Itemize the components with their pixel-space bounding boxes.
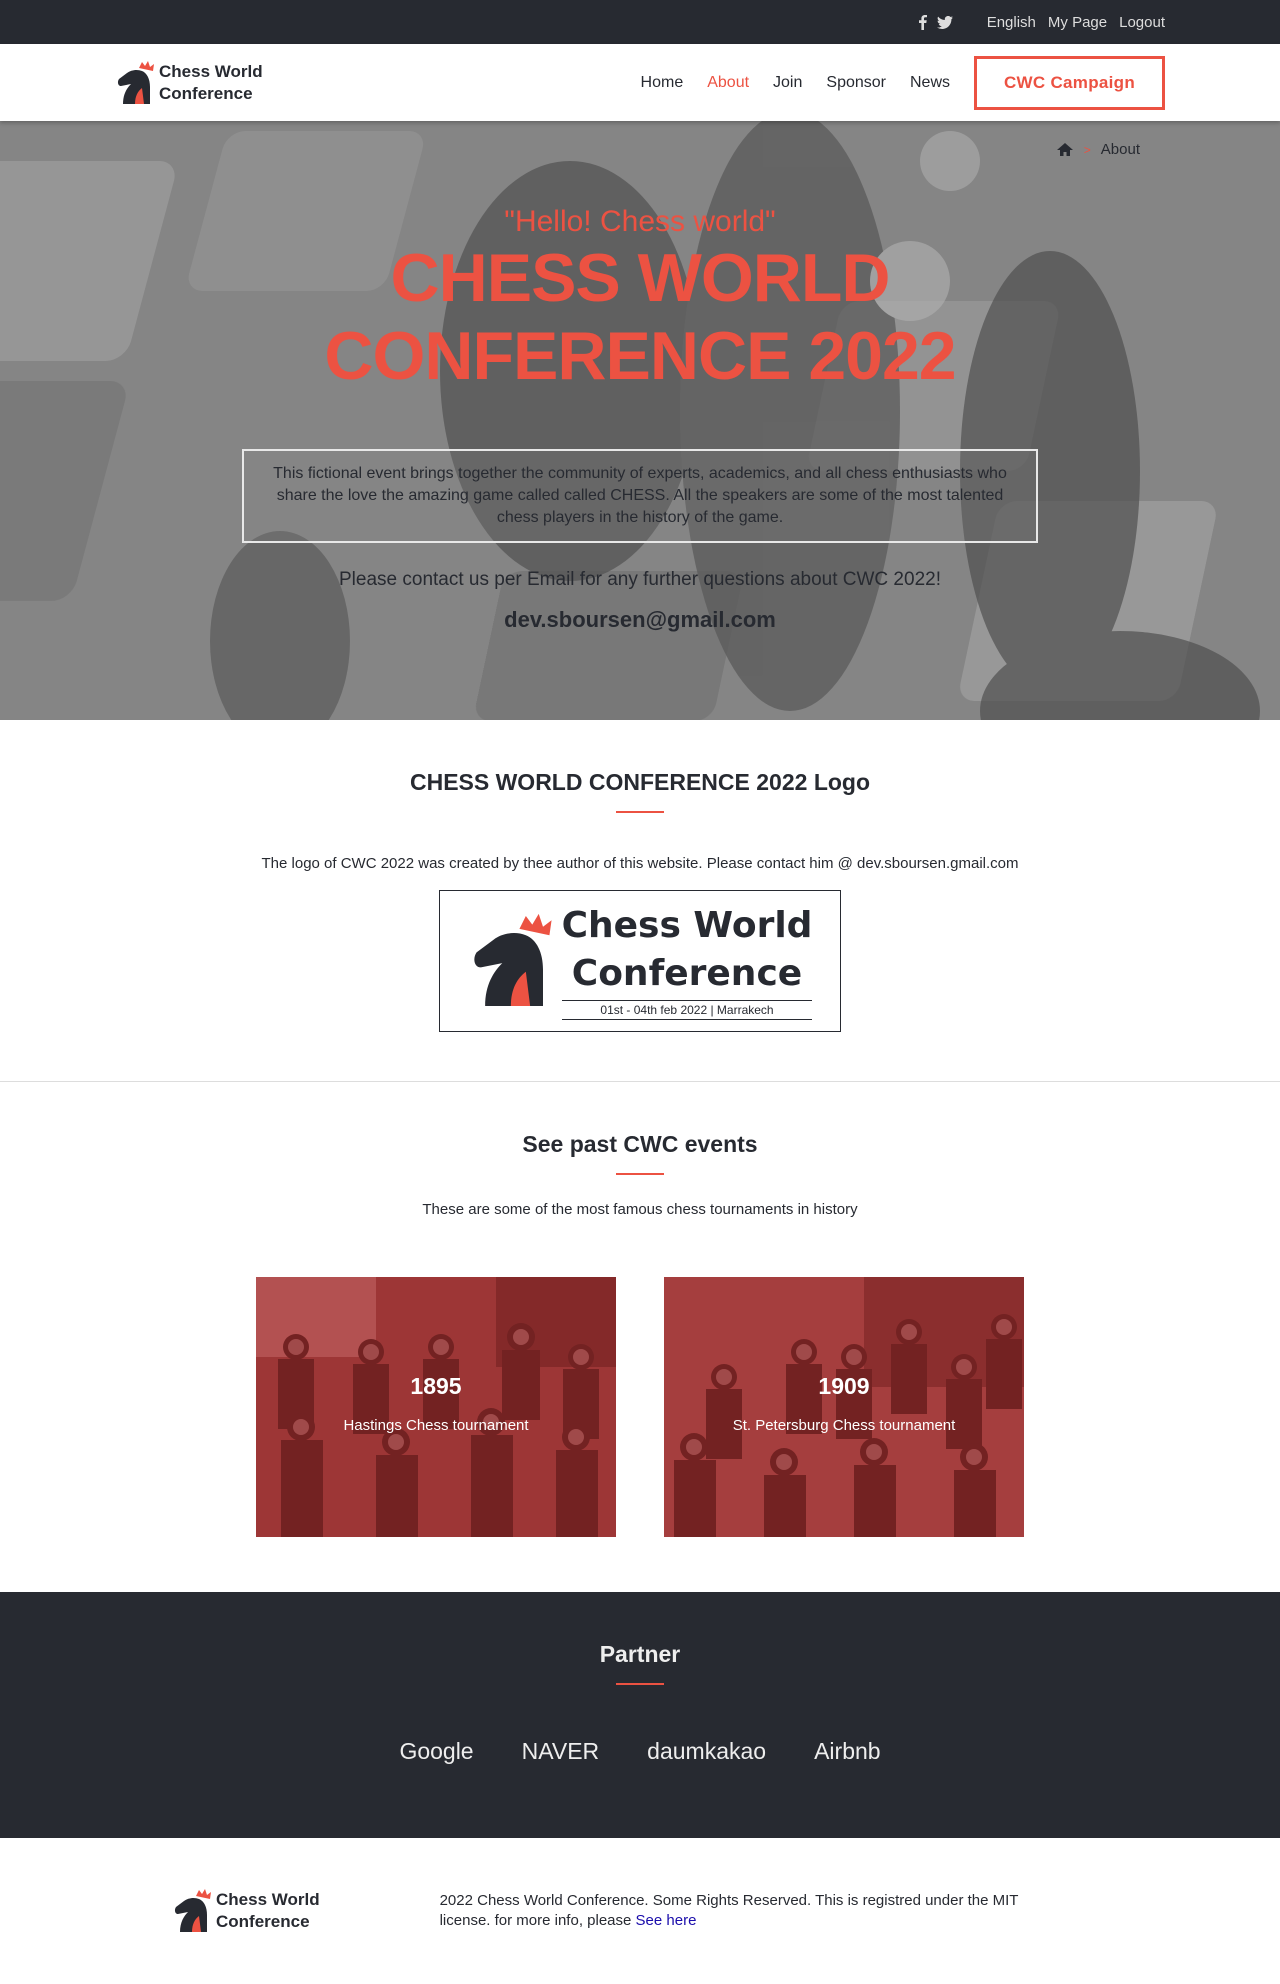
- my-page-link[interactable]: My Page: [1048, 14, 1107, 31]
- footer-brand-logo[interactable]: Chess World Conference: [172, 1888, 320, 1934]
- hero-subtitle: "Hello! Chess world": [504, 205, 776, 238]
- footer-copyright: 2022 Chess World Conference. Some Rights…: [439, 1892, 1019, 1929]
- footer-brand-line-1: Chess World: [216, 1890, 320, 1909]
- breadcrumb-current: About: [1100, 141, 1140, 158]
- knight-logo-icon: [117, 60, 154, 104]
- footer-text: 2022 Chess World Conference. Some Rights…: [440, 1891, 1040, 1931]
- partner-naver[interactable]: NAVER: [522, 1738, 600, 1765]
- title-underline: [616, 811, 664, 813]
- nav-home[interactable]: Home: [641, 74, 684, 92]
- title-underline: [616, 1173, 664, 1175]
- footer-see-here-link[interactable]: See here: [636, 1912, 697, 1929]
- cwc-campaign-button[interactable]: CWC Campaign: [974, 55, 1165, 110]
- logo-section-title: CHESS WORLD CONFERENCE 2022 Logo: [409, 769, 871, 795]
- hero-title: CHESS WORLD CONFERENCE 2022: [0, 239, 1280, 395]
- partner-section: Partner Google NAVER daumkakao Airbnb: [0, 1592, 1280, 1838]
- nav-join[interactable]: Join: [773, 74, 802, 92]
- event-name: Hastings Chess tournament: [343, 1417, 529, 1434]
- footer: Chess World Conference 2022 Chess World …: [0, 1838, 1280, 1984]
- home-icon[interactable]: [1056, 142, 1074, 157]
- hero-description: This fictional event brings together the…: [242, 449, 1038, 543]
- main-header: Chess World Conference Home About Join S…: [0, 44, 1280, 121]
- nav-about[interactable]: About: [707, 74, 749, 92]
- main-nav: Home About Join Sponsor News CWC Campaig…: [641, 55, 1165, 110]
- nav-news[interactable]: News: [910, 74, 950, 92]
- brand-logo[interactable]: Chess World Conference: [115, 60, 263, 106]
- nav-sponsor[interactable]: Sponsor: [826, 74, 886, 92]
- social-links: [918, 14, 953, 30]
- partner-list: Google NAVER daumkakao Airbnb: [0, 1738, 1280, 1765]
- event-year: 1909: [818, 1373, 870, 1399]
- hero-section: > About "Hello! Chess world" CHESS WORLD…: [0, 121, 1280, 720]
- language-link[interactable]: English: [987, 14, 1036, 31]
- logo-section-text: The logo of CWC 2022 was created by thee…: [261, 855, 1019, 872]
- knight-logo-icon: [473, 913, 552, 1006]
- brand-line-2: Conference: [159, 83, 253, 103]
- event-cards: 1895 Hastings Chess tournament 1909 St. …: [0, 1277, 1280, 1537]
- partner-title: Partner: [599, 1641, 681, 1667]
- partner-airbnb[interactable]: Airbnb: [814, 1738, 880, 1765]
- cwc-logo-image: Chess World Conference 01st - 04th feb 2…: [439, 890, 841, 1032]
- partner-google[interactable]: Google: [399, 1738, 473, 1765]
- top-bar: English My Page Logout: [0, 0, 1280, 44]
- logo-section: CHESS WORLD CONFERENCE 2022 Logo The log…: [0, 720, 1280, 1082]
- partner-daumkakao[interactable]: daumkakao: [647, 1738, 766, 1765]
- event-card-1909[interactable]: 1909 St. Petersburg Chess tournament: [664, 1277, 1024, 1537]
- title-underline: [616, 1683, 664, 1685]
- chevron-right-icon: >: [1083, 142, 1091, 157]
- footer-brand-line-2: Conference: [216, 1912, 310, 1931]
- brand-line-1: Chess World: [159, 61, 263, 81]
- logout-link[interactable]: Logout: [1119, 14, 1165, 31]
- events-section-subtitle: These are some of the most famous chess …: [422, 1201, 858, 1218]
- facebook-icon[interactable]: [918, 14, 927, 30]
- logo-line-1: Chess World: [561, 905, 813, 946]
- knight-logo-icon: [174, 1889, 211, 1932]
- event-year: 1895: [410, 1373, 462, 1399]
- logo-dates: 01st - 04th feb 2022 | Marrakech: [561, 1000, 813, 1020]
- hero-title-line-2: CONFERENCE 2022: [324, 318, 956, 394]
- event-card-1895[interactable]: 1895 Hastings Chess tournament: [256, 1277, 616, 1537]
- twitter-icon[interactable]: [936, 15, 953, 29]
- past-events-section: See past CWC events These are some of th…: [0, 1082, 1280, 1592]
- breadcrumb: > About: [1056, 141, 1140, 158]
- events-section-title: See past CWC events: [522, 1131, 758, 1157]
- hero-email[interactable]: dev.sboursen@gmail.com: [0, 607, 1280, 633]
- logo-line-2: Conference: [571, 953, 803, 994]
- hero-contact-text: Please contact us per Email for any furt…: [339, 569, 941, 590]
- hero-title-line-1: CHESS WORLD: [390, 240, 891, 316]
- event-name: St. Petersburg Chess tournament: [732, 1417, 956, 1434]
